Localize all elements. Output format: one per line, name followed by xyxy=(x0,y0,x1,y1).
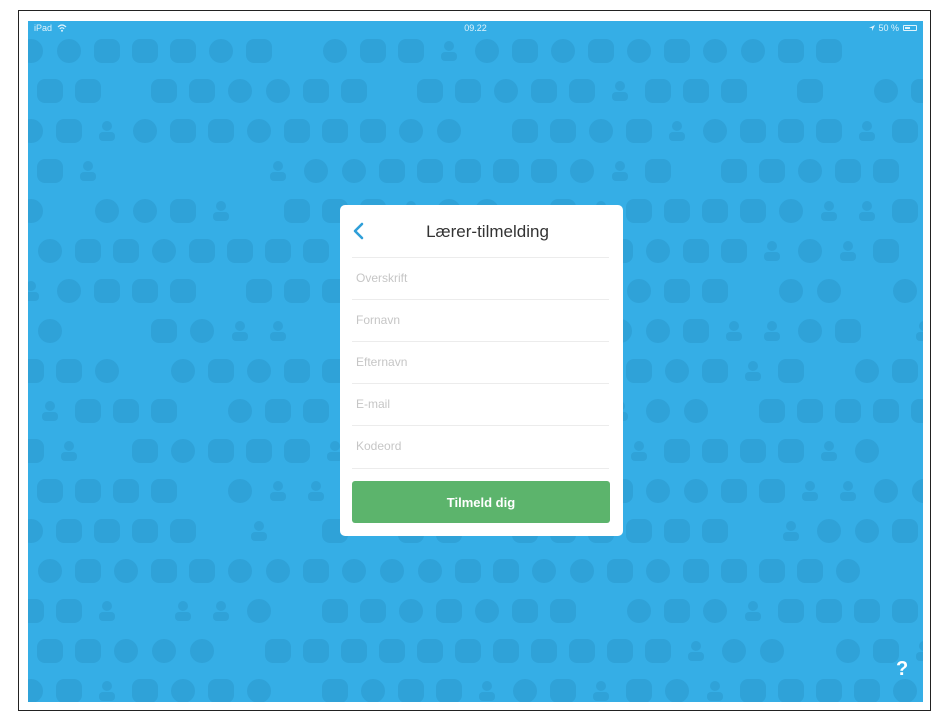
status-right: 50 % xyxy=(868,21,899,35)
last-name-field[interactable] xyxy=(352,341,609,383)
battery-icon xyxy=(903,25,917,31)
help-button[interactable]: ? xyxy=(896,658,908,681)
card-title: Lærer-tilmelding xyxy=(426,222,549,241)
headline-field[interactable] xyxy=(352,257,609,299)
signup-button[interactable]: Tilmeld dig xyxy=(352,481,610,523)
status-time: 09.22 xyxy=(464,23,487,33)
first-name-field[interactable] xyxy=(352,299,609,341)
signup-card: Lærer-tilmelding Tilmeld dig xyxy=(340,205,623,536)
email-input[interactable] xyxy=(352,384,609,424)
password-field[interactable] xyxy=(352,425,609,469)
status-bar: iPad 09.22 50 % xyxy=(28,21,923,35)
ipad-screen: iPad 09.22 50 % Lærer-tilmelding Overskr… xyxy=(28,21,923,702)
headline-input[interactable] xyxy=(352,258,609,298)
location-icon xyxy=(868,25,875,31)
first-name-input[interactable] xyxy=(352,300,609,340)
battery-percent: 50 % xyxy=(878,23,899,33)
email-field[interactable] xyxy=(352,383,609,425)
password-input[interactable] xyxy=(352,426,609,466)
battery-level xyxy=(905,27,910,29)
last-name-input[interactable] xyxy=(352,342,609,382)
